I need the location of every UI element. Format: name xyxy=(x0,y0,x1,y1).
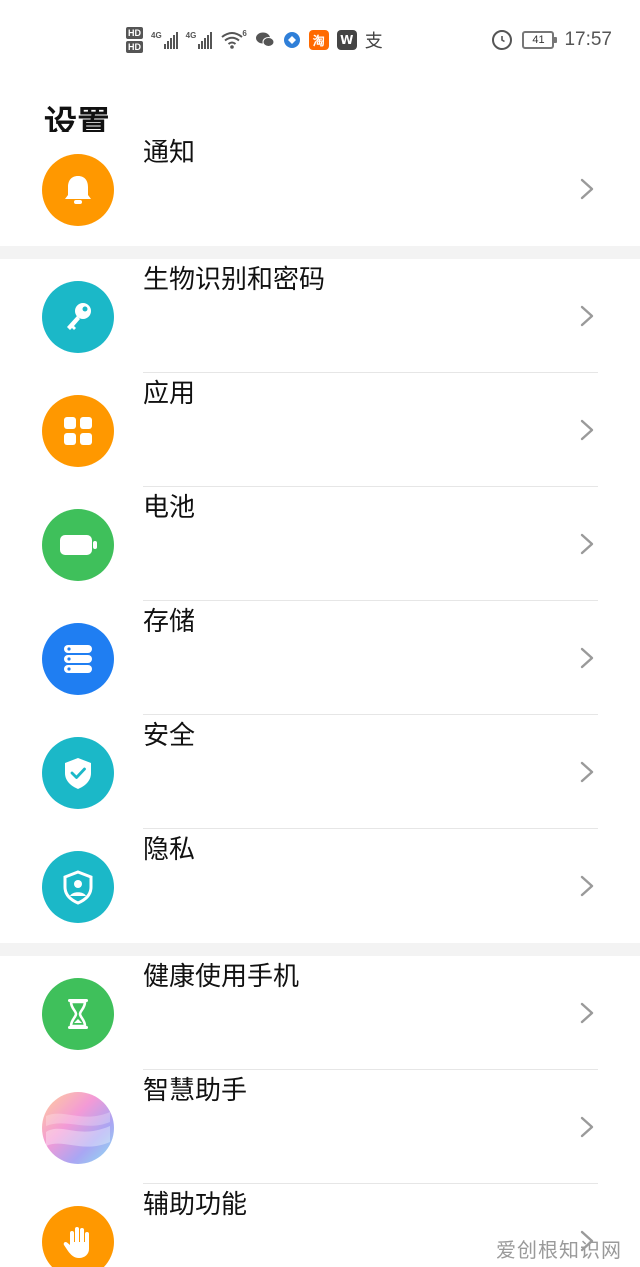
settings-item-label: 生物识别和密码 xyxy=(143,265,326,295)
battery-level: 41 xyxy=(532,34,545,46)
chevron-right-icon xyxy=(580,305,594,327)
settings-item-label: 辅助功能 xyxy=(143,1190,248,1220)
network-type: 4G xyxy=(151,31,162,40)
settings-item-label: 隐私 xyxy=(143,835,196,865)
taobao-icon: 淘 xyxy=(308,30,329,50)
wechat-icon xyxy=(255,32,275,47)
settings-item-privacy[interactable]: 隐私 xyxy=(0,829,640,943)
settings-group: 通知 xyxy=(0,132,640,246)
key-icon xyxy=(42,281,114,353)
wifi6-label: 6 xyxy=(242,28,247,38)
shield-check-icon xyxy=(42,737,114,809)
assistant-icon xyxy=(42,1092,114,1164)
apps-grid-icon xyxy=(42,395,114,467)
status-icons-left: HD HD 4G 4G 6 淘 W 支 xyxy=(126,22,383,58)
chevron-right-icon xyxy=(580,761,594,783)
battery-icon xyxy=(42,509,114,581)
settings-item-label: 健康使用手机 xyxy=(143,962,300,992)
hd-label: HD xyxy=(126,27,143,39)
bell-icon xyxy=(42,154,114,226)
settings-item-label: 安全 xyxy=(143,721,196,751)
settings-item-biometrics-password[interactable]: 生物识别和密码 xyxy=(0,259,640,373)
hourglass-icon xyxy=(42,978,114,1050)
watermark: 爱创根知识网 xyxy=(496,1238,622,1262)
chevron-right-icon xyxy=(580,533,594,555)
settings-item-label: 智慧助手 xyxy=(143,1076,248,1106)
hd-indicator: HD HD xyxy=(126,27,143,53)
alipay-icon: 支 xyxy=(364,31,383,52)
settings-item-label: 应用 xyxy=(143,379,196,409)
hand-icon xyxy=(42,1206,114,1267)
chevron-right-icon xyxy=(580,647,594,669)
settings-item-smart-assistant[interactable]: 智慧助手 xyxy=(0,1070,640,1184)
settings-group: 生物识别和密码 应用 电池 存储 安全 隐私 xyxy=(0,259,640,943)
browser-icon xyxy=(283,32,300,48)
settings-item-label: 存储 xyxy=(143,607,196,637)
signal-icon: 4G xyxy=(186,31,213,49)
settings-group: 健康使用手机 智慧助手 辅助功能 xyxy=(0,956,640,1267)
wifi-icon xyxy=(221,32,243,49)
status-bar: HD HD 4G 4G 6 淘 W 支 41 17:57 xyxy=(0,0,640,80)
settings-item-notifications[interactable]: 通知 xyxy=(0,132,640,246)
hd-label: HD xyxy=(126,41,143,53)
settings-item-battery[interactable]: 电池 xyxy=(0,487,640,601)
settings-item-digital-balance[interactable]: 健康使用手机 xyxy=(0,956,640,1070)
wps-icon: W xyxy=(336,30,357,50)
chevron-right-icon xyxy=(580,178,594,200)
chevron-right-icon xyxy=(580,875,594,897)
settings-item-storage[interactable]: 存储 xyxy=(0,601,640,715)
battery-indicator: 41 xyxy=(522,31,558,49)
settings-item-apps[interactable]: 应用 xyxy=(0,373,640,487)
signal-icon: 4G xyxy=(151,31,178,49)
privacy-shield-icon xyxy=(42,851,114,923)
storage-icon xyxy=(42,623,114,695)
section-separator xyxy=(0,246,640,259)
chevron-right-icon xyxy=(580,419,594,441)
chevron-right-icon xyxy=(580,1116,594,1138)
status-icons-right: 41 17:57 xyxy=(492,22,612,58)
section-separator xyxy=(0,943,640,956)
chevron-right-icon xyxy=(580,1002,594,1024)
settings-item-security[interactable]: 安全 xyxy=(0,715,640,829)
alarm-icon xyxy=(492,30,513,50)
network-type: 4G xyxy=(185,31,197,40)
settings-item-label: 电池 xyxy=(143,493,196,523)
clock: 17:57 xyxy=(564,29,612,50)
settings-item-label: 通知 xyxy=(143,138,196,168)
